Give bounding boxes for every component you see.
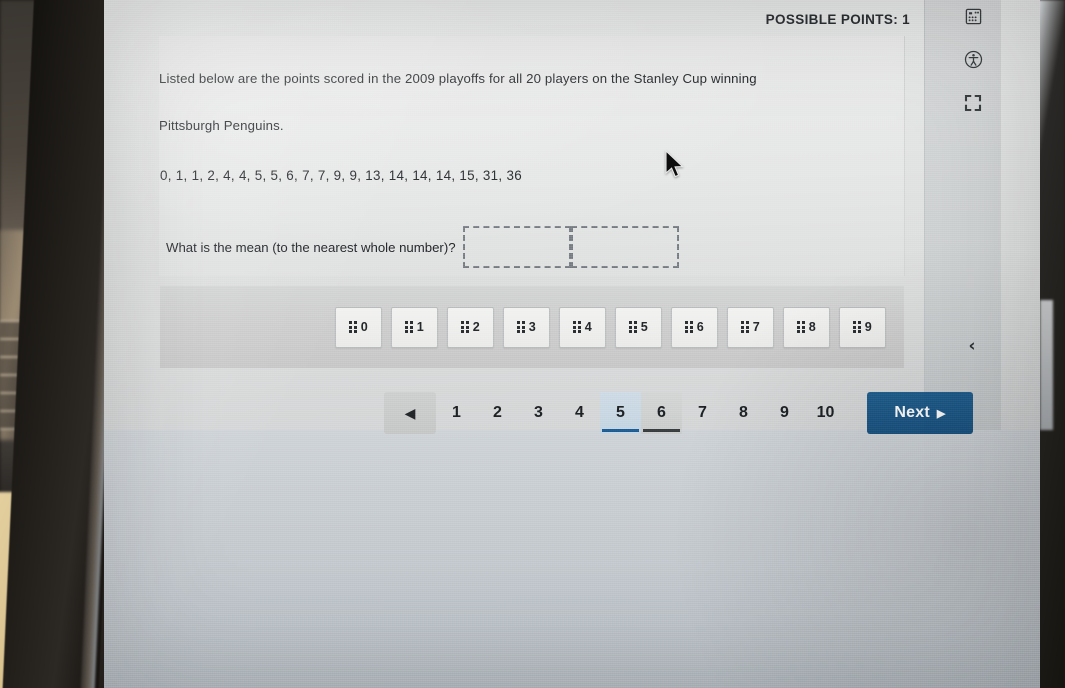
next-button-label: Next bbox=[894, 404, 930, 421]
background-right-strip bbox=[1040, 300, 1053, 430]
drag-handle-icon[interactable] bbox=[853, 321, 861, 333]
calculator-icon[interactable] bbox=[959, 2, 987, 30]
answer-tile-label: 1 bbox=[416, 320, 424, 334]
page-number-button[interactable]: 2 bbox=[477, 392, 518, 434]
answer-drop-zone-1[interactable] bbox=[462, 226, 571, 268]
drag-handle-icon[interactable] bbox=[573, 321, 581, 333]
monitor-screen: ‹ POSSIBLE POINTS: 1 Listed below are th… bbox=[104, 0, 1040, 688]
answer-tile[interactable]: 7 bbox=[727, 306, 774, 348]
pagination-number-list: 1 2 3 4 5 6 7 8 9 10 bbox=[436, 392, 846, 434]
next-button[interactable]: Next ▶ bbox=[867, 392, 973, 434]
drag-handle-icon[interactable] bbox=[405, 321, 413, 333]
page-number-button[interactable]: 9 bbox=[764, 392, 805, 434]
answer-tile-label: 5 bbox=[640, 320, 648, 334]
drag-handle-icon[interactable] bbox=[685, 321, 693, 333]
question-text-line-2: Pittsburgh Penguins. bbox=[159, 118, 284, 133]
answer-tile[interactable]: 5 bbox=[615, 306, 662, 348]
page-number-button[interactable]: 10 bbox=[805, 392, 846, 434]
caret-right-icon: ▶ bbox=[936, 407, 946, 420]
page-number-button[interactable]: 3 bbox=[518, 392, 559, 434]
answer-tile-label: 8 bbox=[808, 320, 816, 334]
fullscreen-icon[interactable] bbox=[959, 89, 987, 117]
drag-handle-icon[interactable] bbox=[797, 321, 805, 333]
answer-tile-label: 3 bbox=[528, 320, 536, 334]
tool-rail: ‹ bbox=[924, 0, 1001, 430]
answer-tile-label: 7 bbox=[752, 320, 760, 334]
answer-tile-label: 9 bbox=[864, 320, 872, 334]
drag-handle-icon[interactable] bbox=[349, 321, 357, 333]
question-text-line-1: Listed below are the points scored in th… bbox=[159, 71, 757, 86]
drag-handle-icon[interactable] bbox=[741, 321, 749, 333]
page-number-button[interactable]: 8 bbox=[723, 392, 764, 434]
answer-tile[interactable]: 6 bbox=[671, 306, 718, 348]
answer-tile[interactable]: 8 bbox=[783, 306, 830, 348]
pagination: ◀ 1 2 3 4 5 6 7 8 9 10 Next ▶ bbox=[384, 390, 973, 436]
answer-tile[interactable]: 3 bbox=[503, 306, 550, 348]
answer-tile-label: 0 bbox=[360, 320, 368, 334]
answer-tile[interactable]: 0 bbox=[335, 306, 382, 348]
answer-tile[interactable]: 9 bbox=[839, 306, 886, 348]
answer-tile-label: 2 bbox=[472, 320, 480, 334]
question-data-values: 0, 1, 1, 2, 4, 4, 5, 5, 6, 7, 7, 9, 9, 1… bbox=[160, 168, 522, 183]
answer-drop-zone-2[interactable] bbox=[570, 226, 679, 268]
drag-handle-icon[interactable] bbox=[629, 321, 637, 333]
app-surface-lower bbox=[104, 430, 1040, 688]
collapse-panel-chevron-icon[interactable]: ‹ bbox=[959, 333, 985, 359]
answer-tile[interactable]: 2 bbox=[447, 306, 494, 348]
question-prompt-text: What is the mean (to the nearest whole n… bbox=[166, 239, 456, 255]
photo-of-monitor-scene: ‹ POSSIBLE POINTS: 1 Listed below are th… bbox=[0, 0, 1065, 688]
answer-tile[interactable]: 1 bbox=[391, 306, 438, 348]
drag-handle-icon[interactable] bbox=[517, 321, 525, 333]
page-number-button[interactable]: 6 bbox=[641, 392, 682, 434]
accessibility-icon[interactable] bbox=[959, 45, 987, 73]
answer-bank: 0 1 2 3 4 5 6 7 8 9 bbox=[160, 286, 904, 368]
page-number-button[interactable]: 4 bbox=[559, 392, 600, 434]
possible-points-label: POSSIBLE POINTS: 1 bbox=[765, 12, 910, 27]
page-number-button[interactable]: 7 bbox=[682, 392, 723, 434]
question-prompt-row: What is the mean (to the nearest whole n… bbox=[166, 226, 679, 268]
answer-tile-label: 6 bbox=[696, 320, 704, 334]
answer-tile-label: 4 bbox=[584, 320, 592, 334]
previous-page-button[interactable]: ◀ bbox=[384, 392, 436, 434]
page-number-button[interactable]: 1 bbox=[436, 392, 477, 434]
page-number-button[interactable]: 5 bbox=[600, 392, 641, 434]
answer-tile[interactable]: 4 bbox=[559, 306, 606, 348]
drag-handle-icon[interactable] bbox=[461, 321, 469, 333]
answer-drop-zones bbox=[462, 226, 679, 268]
